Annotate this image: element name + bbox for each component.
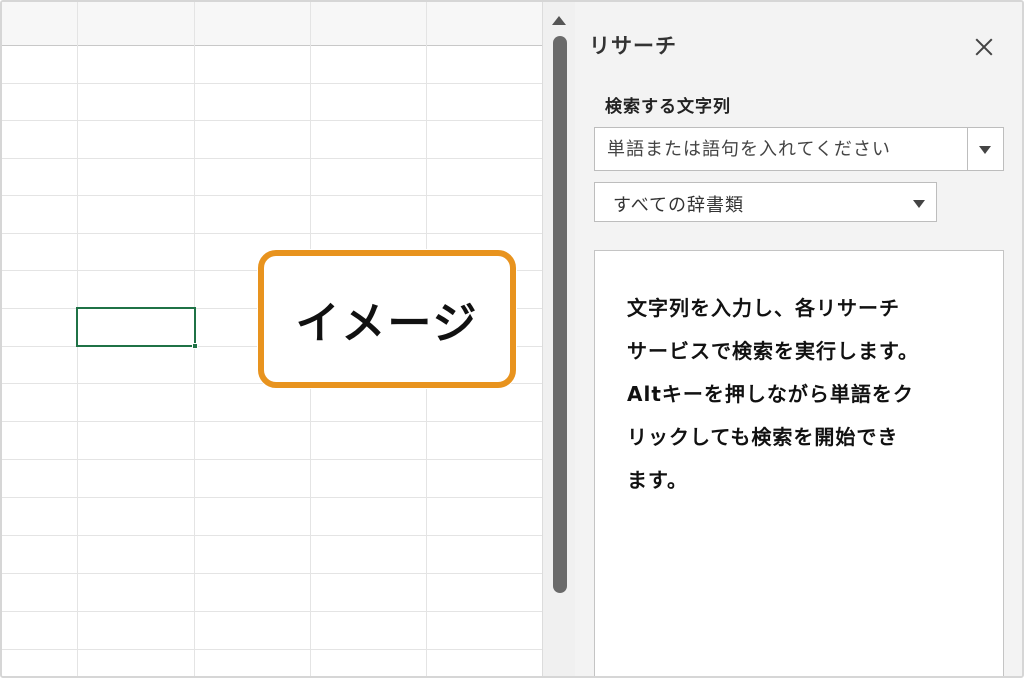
vertical-scrollbar[interactable] [542,2,575,676]
grid-line [2,535,542,536]
callout-label: イメージ [295,298,479,349]
search-history-dropdown-button[interactable] [967,128,1003,170]
search-label: 検索する文字列 [605,97,731,117]
scroll-thumb[interactable] [553,36,567,593]
close-icon[interactable] [973,36,995,58]
grid-line [2,195,542,196]
grid-line [2,120,542,121]
pane-title: リサーチ [589,34,677,58]
grid-line [2,649,542,650]
search-input[interactable] [595,128,967,170]
results-line: 文字列を入力し、各リサーチ [627,296,900,320]
grid-line [2,158,542,159]
results-line: ます。 [627,468,688,492]
grid-line [2,233,542,234]
grid-line [2,459,542,460]
results-instructions: 文字列を入力し、各リサーチ サービスで検索を実行します。 Altキーを押しながら… [627,287,997,502]
chevron-down-icon [913,200,925,208]
results-panel: 文字列を入力し、各リサーチ サービスで検索を実行します。 Altキーを押しながら… [594,250,1004,676]
grid-line [2,611,542,612]
grid-line [2,83,542,84]
fill-handle[interactable] [192,343,198,349]
chevron-down-icon [979,146,991,154]
reference-source-value: すべての辞書類 [613,195,745,216]
search-combobox [594,127,1004,171]
grid-line [2,421,542,422]
column-header-band [2,2,542,45]
grid-line [2,45,542,46]
reference-source-select[interactable]: すべての辞書類 [594,182,937,222]
scroll-up-icon[interactable] [552,16,566,25]
grid-line [2,497,542,498]
results-line: リックしても検索を開始でき [627,425,899,449]
window-frame: イメージ リサーチ 検索する文字列 すべての辞書類 文字列を入力し、各リサーチ … [0,0,1024,678]
results-line: サービスで検索を実行します。 [627,339,919,363]
image-callout: イメージ [258,250,516,388]
grid-line [2,573,542,574]
research-pane: リサーチ 検索する文字列 すべての辞書類 文字列を入力し、各リサーチ サービスで… [575,2,1022,676]
active-cell[interactable] [76,307,198,349]
results-line: Altキーを押しながら単語をク [627,382,914,406]
